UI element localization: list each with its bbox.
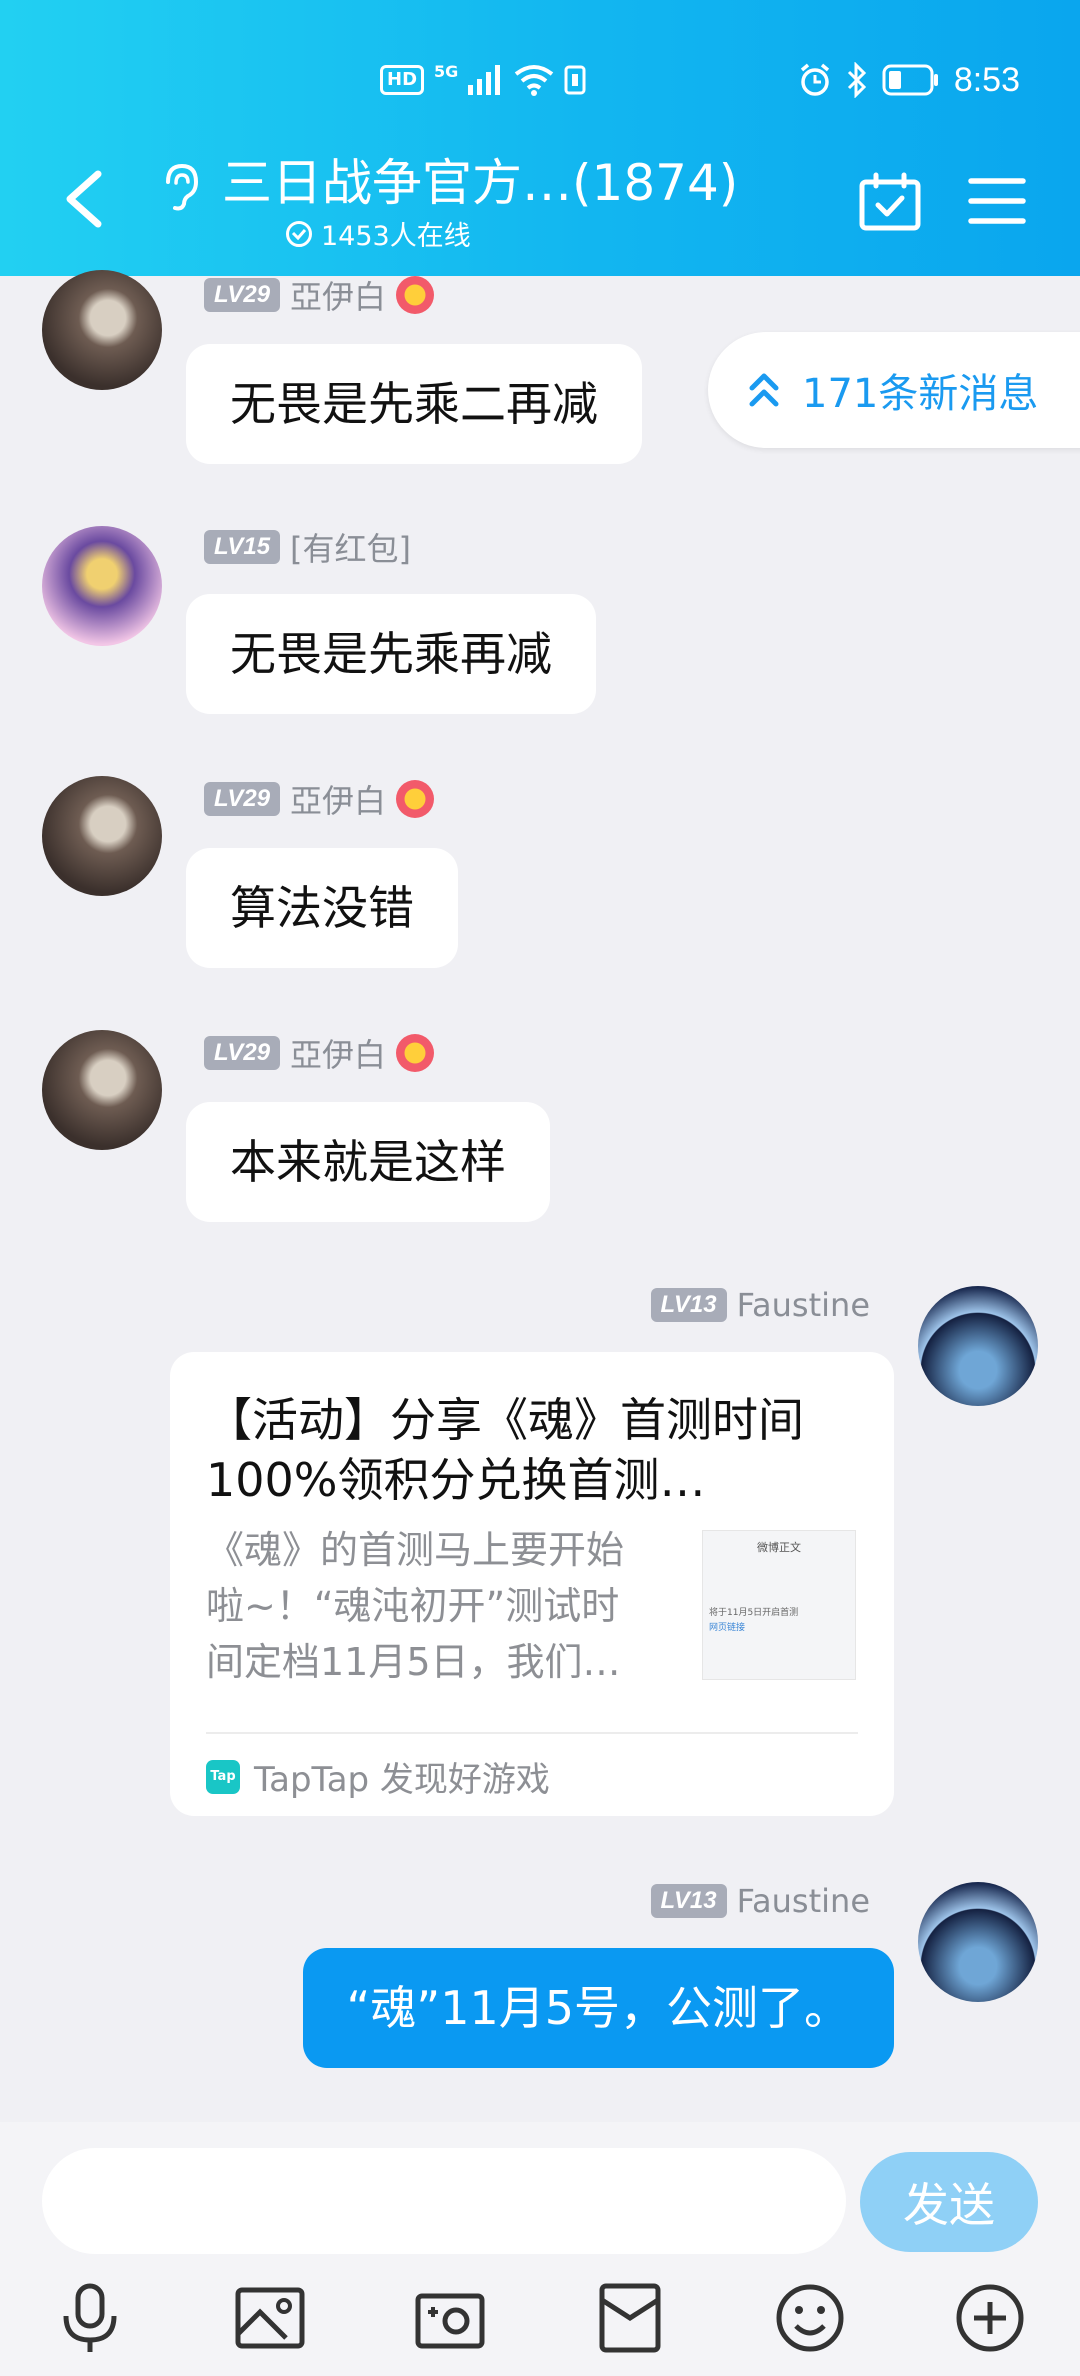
online-status: 1453人在线 xyxy=(285,214,471,253)
camera-icon[interactable] xyxy=(414,2282,486,2354)
message-bubble[interactable]: 算法没错 xyxy=(186,848,458,968)
sender-name[interactable]: [有红包] xyxy=(290,524,411,570)
send-button[interactable]: 发送 xyxy=(860,2152,1038,2252)
group-title: 三日战争官方…(1874) xyxy=(222,154,739,212)
avatar[interactable] xyxy=(42,526,162,646)
status-icons-right: 8:53 xyxy=(798,58,1020,102)
sender-meta: LV15 [有红包] xyxy=(204,524,411,570)
microphone-icon[interactable] xyxy=(54,2282,126,2354)
signal-icon xyxy=(468,65,501,95)
hd-badge: HD xyxy=(380,65,425,95)
alarm-icon xyxy=(800,63,829,96)
back-button[interactable] xyxy=(58,168,110,230)
menu-button[interactable] xyxy=(968,176,1026,226)
flower-icon xyxy=(396,1034,435,1072)
taptap-icon: Tap xyxy=(206,1759,240,1794)
sender-name[interactable]: Faustine xyxy=(737,1286,870,1324)
avatar[interactable] xyxy=(918,1882,1038,2002)
message-input[interactable] xyxy=(42,2148,846,2254)
level-badge: LV13 xyxy=(650,1884,727,1918)
chat-header: HD 5G 8:53 三日战争官方…(1874) 1453人在线 xyxy=(0,0,1080,276)
avatar[interactable] xyxy=(42,776,162,896)
wifi-icon xyxy=(515,65,554,96)
calendar-check-button[interactable] xyxy=(858,172,922,232)
online-count: 1453人在线 xyxy=(321,221,471,252)
message-bubble[interactable]: 无畏是先乘再减 xyxy=(186,594,596,714)
share-card-description: 《魂》的首测马上要开始啦~！“魂沌初开”测试时间定档11月5日，我们… xyxy=(206,1528,625,1684)
sender-name[interactable]: 亞伊白 xyxy=(290,776,386,822)
level-badge: LV29 xyxy=(204,1036,281,1070)
avatar[interactable] xyxy=(918,1286,1038,1406)
thumbnail-caption: 将于11月5日开启首测 xyxy=(709,1608,799,1618)
level-badge: LV13 xyxy=(650,1288,727,1322)
network-type: 5G xyxy=(434,62,459,81)
share-card-title: 【活动】分享《魂》首测时间 100%领积分兑换首测… xyxy=(206,1393,804,1507)
source-label: TapTap 发现好游戏 xyxy=(254,1760,550,1800)
new-messages-label: 171条新消息 xyxy=(802,371,1039,417)
level-badge: LV15 xyxy=(204,530,281,564)
battery-icon xyxy=(882,64,938,96)
sender-name[interactable]: 亞伊白 xyxy=(290,272,386,318)
sender-meta: LV29 亞伊白 xyxy=(204,1030,435,1076)
level-badge: LV29 xyxy=(204,782,281,816)
online-check-icon xyxy=(286,220,312,247)
sender-name[interactable]: 亞伊白 xyxy=(290,1030,386,1076)
level-badge: LV29 xyxy=(204,278,281,312)
message-bubble[interactable]: 本来就是这样 xyxy=(186,1102,550,1222)
message-bubble[interactable]: 无畏是先乘二再减 xyxy=(186,344,642,464)
flower-icon xyxy=(396,780,435,818)
sender-meta: LV29 亞伊白 xyxy=(204,776,435,822)
thumbnail-link: 网页链接 xyxy=(709,1623,746,1633)
plus-icon[interactable] xyxy=(954,2282,1026,2354)
input-toolbar xyxy=(0,2282,1080,2376)
double-chevron-up-icon xyxy=(749,373,779,407)
sender-meta: LV13 Faustine xyxy=(650,1882,870,1920)
status-bar: HD 5G 8:53 xyxy=(0,0,1080,150)
input-area: 发送 xyxy=(0,2122,1080,2376)
new-messages-button[interactable]: 171条新消息 xyxy=(708,332,1080,448)
emoji-icon[interactable] xyxy=(774,2282,846,2354)
avatar[interactable] xyxy=(42,270,162,390)
bluetooth-icon xyxy=(847,62,866,98)
sender-meta: LV13 Faustine xyxy=(650,1286,870,1324)
status-icons-center: HD 5G xyxy=(380,58,586,102)
sender-meta: LV29 亞伊白 xyxy=(204,272,435,318)
sender-name[interactable]: Faustine xyxy=(737,1882,870,1920)
thumbnail-title: 微博正文 xyxy=(757,1541,801,1554)
flower-icon xyxy=(396,276,435,314)
share-card-source: Tap TapTap 发现好游戏 xyxy=(206,1752,550,1801)
share-card[interactable]: 【活动】分享《魂》首测时间 100%领积分兑换首测… 《魂》的首测马上要开始啦~… xyxy=(170,1352,894,1816)
share-card-divider xyxy=(206,1732,858,1734)
message-bubble[interactable]: “魂”11月5号，公测了。 xyxy=(302,1948,894,2068)
sim-icon xyxy=(564,65,586,95)
clock: 8:53 xyxy=(953,60,1020,99)
avatar[interactable] xyxy=(42,1030,162,1150)
ear-icon xyxy=(166,163,199,211)
red-packet-icon[interactable] xyxy=(594,2282,666,2354)
image-icon[interactable] xyxy=(234,2282,306,2354)
share-card-thumbnail: 微博正文 将于11月5日开启首测 网页链接 xyxy=(702,1530,856,1680)
